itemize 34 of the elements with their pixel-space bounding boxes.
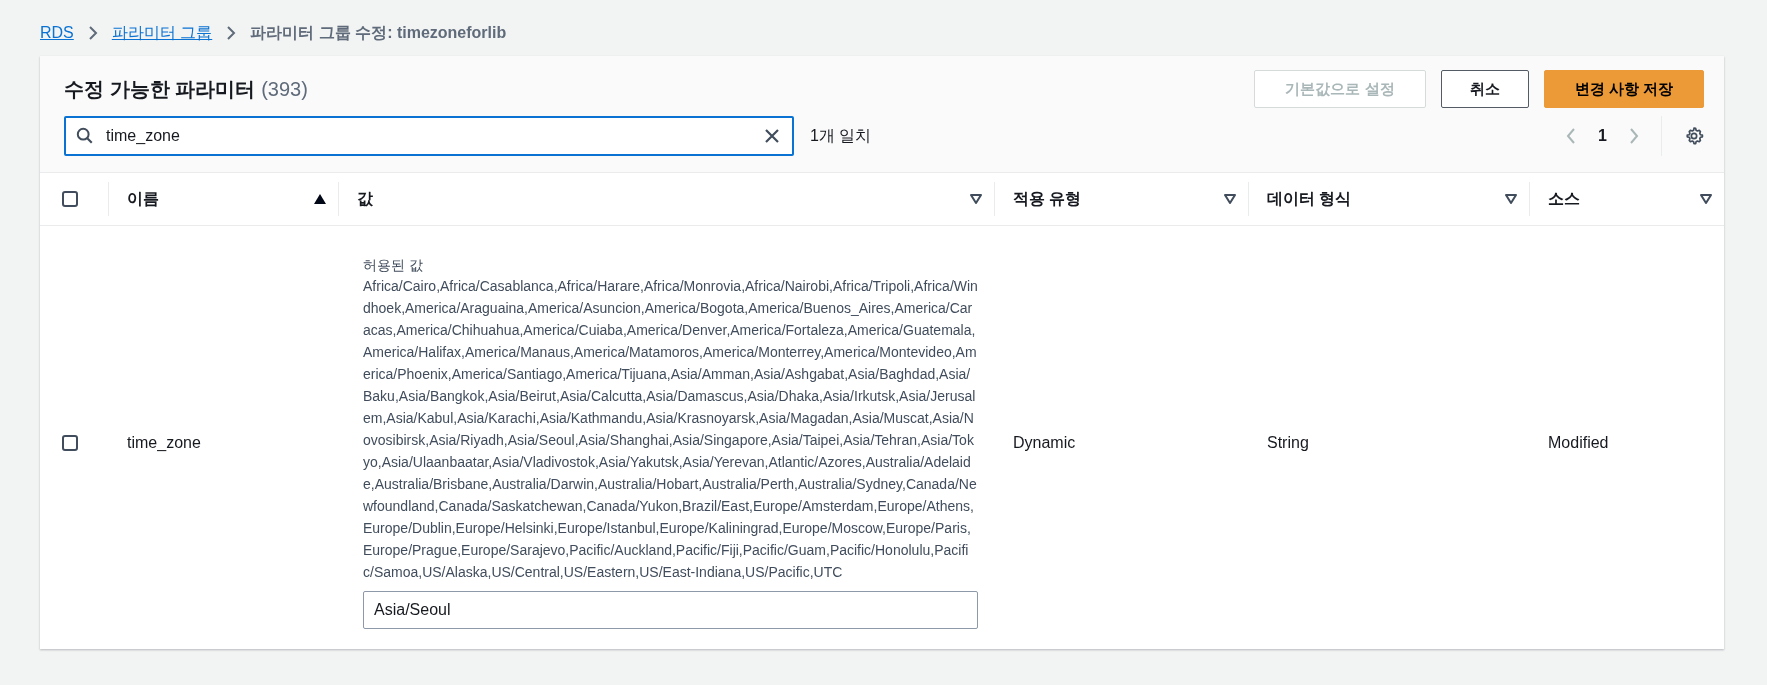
panel-title: 수정 가능한 파라미터 xyxy=(64,76,256,102)
breadcrumb-link[interactable]: RDS xyxy=(40,24,74,42)
sort-icon[interactable] xyxy=(1505,194,1517,204)
clear-icon[interactable] xyxy=(764,128,780,144)
breadcrumb-current: 파라미터 그룹 수정: timezoneforlib xyxy=(250,22,507,43)
chevron-right-icon xyxy=(226,25,237,41)
column-header[interactable]: 소스 xyxy=(1548,188,1580,210)
match-count: 1개 일치 xyxy=(810,125,872,146)
row-checkbox[interactable] xyxy=(62,435,78,451)
column-header[interactable]: 데이터 형식 xyxy=(1267,188,1352,210)
page-number[interactable]: 1 xyxy=(1598,127,1607,145)
sort-icon[interactable] xyxy=(970,194,982,204)
column-header[interactable]: 적용 유형 xyxy=(1013,188,1082,210)
parameter-count: (393) xyxy=(261,77,308,101)
table-cell: Modified xyxy=(1548,434,1609,452)
settings-icon[interactable] xyxy=(1684,126,1704,146)
search-field[interactable]: time_zone xyxy=(64,116,794,156)
select-all-checkbox[interactable] xyxy=(62,191,78,207)
sort-icon[interactable] xyxy=(1224,194,1236,204)
allowed-values-label: 허용된 값 xyxy=(363,257,424,275)
value-input[interactable]: Asia/Seoul xyxy=(363,591,978,629)
chevron-right-icon xyxy=(87,25,98,41)
action-button[interactable]: 취소 xyxy=(1440,70,1529,108)
search-icon xyxy=(76,127,94,145)
allowed-values-text: Africa/Cairo,Africa/Casablanca,Africa/Harare,Africa/Monrovia,Africa/Nairobi,Africa/Tripoli,Africa/Windhoek,America/Araguaina,America/Asuncion,America/Bogota,America/Buenos_Aires,America/Caracas,America/Chihuahua,America/Cuiaba,America/Denver,America/Fortaleza,America/Guatemala,America/Halifax,America/Manaus,America/Matamoros,America/Monterrey,America/Montevideo,America/Phoenix,America/Santiago,America/Tijuana,Asia/Amman,Asia/Ashgabat,Asia/Baghdad,Asia/Baku,Asia/Bangkok,Asia/Beirut,Asia/Calcutta,Asia/Damascus,Asia/Dhaka,Asia/Irkutsk,Asia/Jerusalem,Asia/Kabul,Asia/Karachi,Asia/Kathmandu,Asia/Krasnoyarsk,Asia/Magadan,Asia/Muscat,Asia/Novosibirsk,Asia/Riyadh,Asia/Seoul,Asia/Shanghai,Asia/Singapore,Asia/Taipei,Asia/Tehran,Asia/Tokyo,Asia/Ulaanbaatar,Asia/Vladivostok,Asia/Yakutsk,Asia/Yerevan,Atlantic/Azores,Australia/Adelaide,Australia/Brisbane,Australia/Darwin,Australia/Hobart,Australia/Perth,Australia/Sydney,Canada/Newfoundland,Canada/Saskatchewan,Canada/Yukon,Brazil/East,Europe/Amsterdam,Europe/Athens,Europe/Dublin,Europe/Helsinki,Europe/Istanbul,Europe/Kaliningrad,Europe/Moscow,Europe/Paris,Europe/Prague,Europe/Sarajevo,Pacific/Auckland,Pacific/Fiji,Pacific/Guam,Pacific/Honolulu,Pacific/Samoa,US/Alaska,US/Central,US/Eastern,US/East-Indiana,US/Pacific,UTC xyxy=(363,277,978,582)
table-cell: String xyxy=(1267,434,1309,452)
column-header[interactable]: 이름 xyxy=(127,188,159,210)
table-cell: Dynamic xyxy=(1013,434,1076,452)
sort-ascending-icon[interactable] xyxy=(314,194,326,204)
column-header[interactable]: 값 xyxy=(357,188,373,210)
save-button[interactable]: 변경 사항 저장 xyxy=(1543,70,1704,108)
breadcrumb-link[interactable]: 파라미터 그룹 xyxy=(111,22,213,44)
table-cell: time_zone xyxy=(127,434,201,452)
sort-icon[interactable] xyxy=(1700,194,1712,204)
